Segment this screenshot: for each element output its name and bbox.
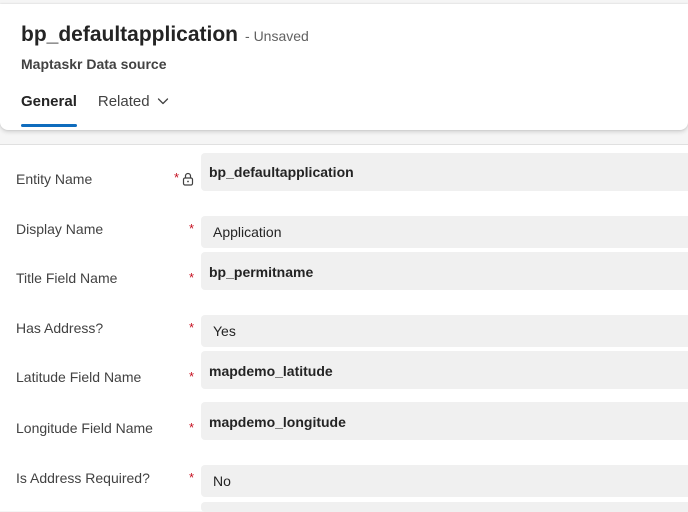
field-row-longitude-field-name: Longitude Field Name * mapdemo_longitude (0, 402, 688, 440)
field-row-title-field-name: Title Field Name * bp_permitname (0, 252, 688, 290)
field-row-is-address-required: Is Address Required? * No (0, 465, 688, 497)
field-value: Application (213, 224, 282, 240)
field-value: Yes (213, 323, 236, 339)
field-value: mapdemo_latitude (209, 363, 333, 379)
tab-general[interactable]: General (21, 93, 77, 128)
field-label: Display Name (16, 221, 104, 237)
display-name-field[interactable]: Application (201, 216, 688, 248)
field-row-display-name: Display Name * Application (0, 216, 688, 248)
record-header: bp_defaultapplication - Unsaved Maptaskr… (0, 4, 688, 130)
chevron-down-icon (157, 98, 168, 105)
entity-name-field[interactable]: bp_defaultapplication (201, 153, 688, 191)
field-label: Longitude Field Name (16, 420, 153, 436)
field-value: bp_defaultapplication (209, 164, 354, 180)
field-value: mapdemo_longitude (209, 414, 346, 430)
lock-icon (182, 172, 194, 186)
record-title: bp_defaultapplication (21, 23, 239, 46)
title-row: bp_defaultapplication - Unsaved (21, 23, 309, 47)
is-address-required-select[interactable]: No (201, 465, 688, 497)
field-label: Has Address? (16, 320, 104, 336)
required-marker: * (189, 221, 195, 236)
tab-general-label: General (21, 93, 77, 110)
field-row-has-address: Has Address? * Yes (0, 315, 688, 347)
field-label: Is Address Required? (16, 470, 150, 486)
tab-related-label: Related (97, 93, 150, 110)
has-address-select[interactable]: Yes (201, 315, 688, 347)
field-row-entity-name: Entity Name * bp_defaultapplication (0, 153, 688, 191)
latitude-field-name-field[interactable]: mapdemo_latitude (201, 351, 688, 389)
tab-list: General Related (21, 93, 169, 128)
title-field-name-field[interactable]: bp_permitname (201, 252, 688, 290)
field-label: Title Field Name (16, 270, 118, 286)
required-marker: * (189, 270, 195, 285)
required-marker: * (189, 369, 195, 384)
required-marker: * (189, 420, 195, 435)
entity-subtitle: Maptaskr Data source (21, 56, 167, 72)
required-marker: * (189, 470, 195, 485)
tab-related[interactable]: Related (98, 93, 169, 128)
field-row-latitude-field-name: Latitude Field Name * mapdemo_latitude (0, 351, 688, 389)
longitude-field-name-field[interactable]: mapdemo_longitude (201, 402, 688, 440)
field-label: Latitude Field Name (16, 369, 142, 385)
field-label: Entity Name (16, 171, 93, 187)
field-value: No (213, 473, 231, 489)
general-form: Entity Name * bp_defaultapplication Disp… (0, 144, 688, 512)
required-marker: * (174, 170, 180, 185)
save-status: - Unsaved (245, 28, 309, 44)
field-value: bp_permitname (209, 264, 314, 280)
required-marker: * (189, 320, 195, 335)
